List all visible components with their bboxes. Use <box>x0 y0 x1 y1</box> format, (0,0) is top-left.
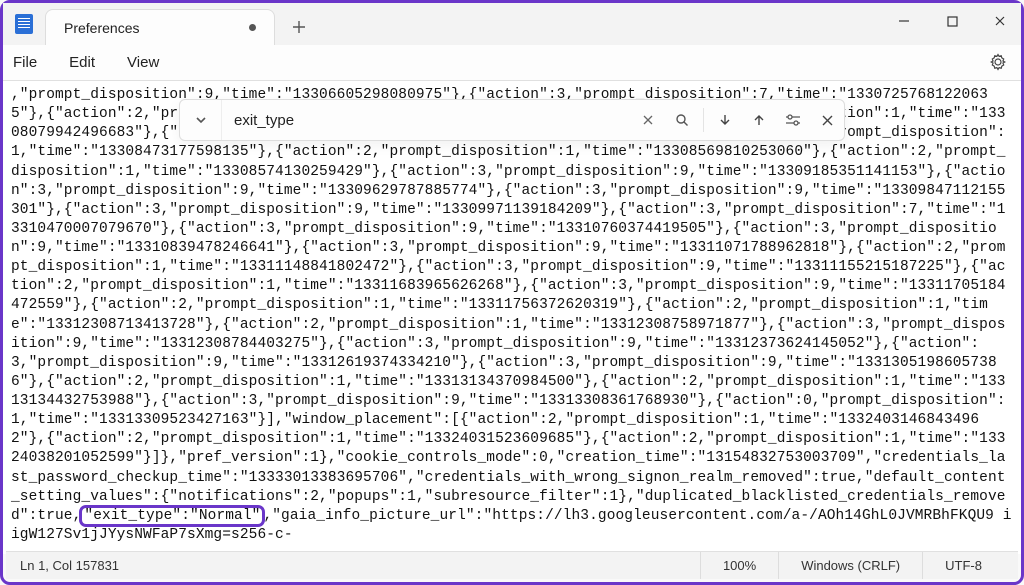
status-zoom[interactable]: 100% <box>700 552 778 579</box>
menu-bar: File Edit View <box>3 45 1021 81</box>
find-prev-button[interactable] <box>742 100 776 140</box>
title-bar: Preferences <box>3 3 1021 45</box>
chevron-down-icon <box>194 113 208 127</box>
status-bar: Ln 1, Col 157831 100% Windows (CRLF) UTF… <box>6 551 1018 579</box>
close-icon <box>994 15 1006 27</box>
status-cursor-position: Ln 1, Col 157831 <box>20 558 119 573</box>
status-encoding[interactable]: UTF-8 <box>922 552 1004 579</box>
find-clear-button[interactable] <box>631 100 665 140</box>
find-next-button[interactable] <box>708 100 742 140</box>
editor-area[interactable]: ,"prompt_disposition":9,"time":"13306605… <box>3 81 1021 554</box>
close-button[interactable] <box>985 9 1015 33</box>
x-icon <box>642 114 654 126</box>
search-icon <box>675 113 689 127</box>
find-expand-button[interactable] <box>180 100 222 140</box>
separator <box>703 108 704 132</box>
new-tab-button[interactable] <box>281 9 317 45</box>
find-options-button[interactable] <box>776 100 810 140</box>
maximize-icon <box>947 16 958 27</box>
maximize-button[interactable] <box>937 9 967 33</box>
gear-icon <box>989 53 1007 71</box>
menu-edit[interactable]: Edit <box>69 54 95 71</box>
find-search-button[interactable] <box>665 100 699 140</box>
close-icon <box>821 114 834 127</box>
plus-icon <box>292 20 306 34</box>
search-match-highlight: "exit_type":"Normal" <box>82 508 262 525</box>
sliders-icon <box>785 113 801 127</box>
modified-indicator-icon <box>249 24 256 31</box>
app-icon <box>15 14 33 34</box>
find-bar <box>179 99 845 141</box>
find-close-button[interactable] <box>810 100 844 140</box>
menu-file[interactable]: File <box>13 54 37 71</box>
minimize-button[interactable] <box>889 9 919 33</box>
tab-title: Preferences <box>64 20 139 36</box>
status-line-ending[interactable]: Windows (CRLF) <box>778 552 922 579</box>
menu-view[interactable]: View <box>127 54 159 71</box>
minimize-icon <box>898 15 910 27</box>
find-input[interactable] <box>222 112 631 129</box>
editor-text-pre: ,"prompt_disposition":9,"time":"13306605… <box>11 87 1006 524</box>
arrow-down-icon <box>718 113 732 127</box>
document-tab[interactable]: Preferences <box>45 9 275 45</box>
settings-button[interactable] <box>989 53 1007 71</box>
arrow-up-icon <box>752 113 766 127</box>
